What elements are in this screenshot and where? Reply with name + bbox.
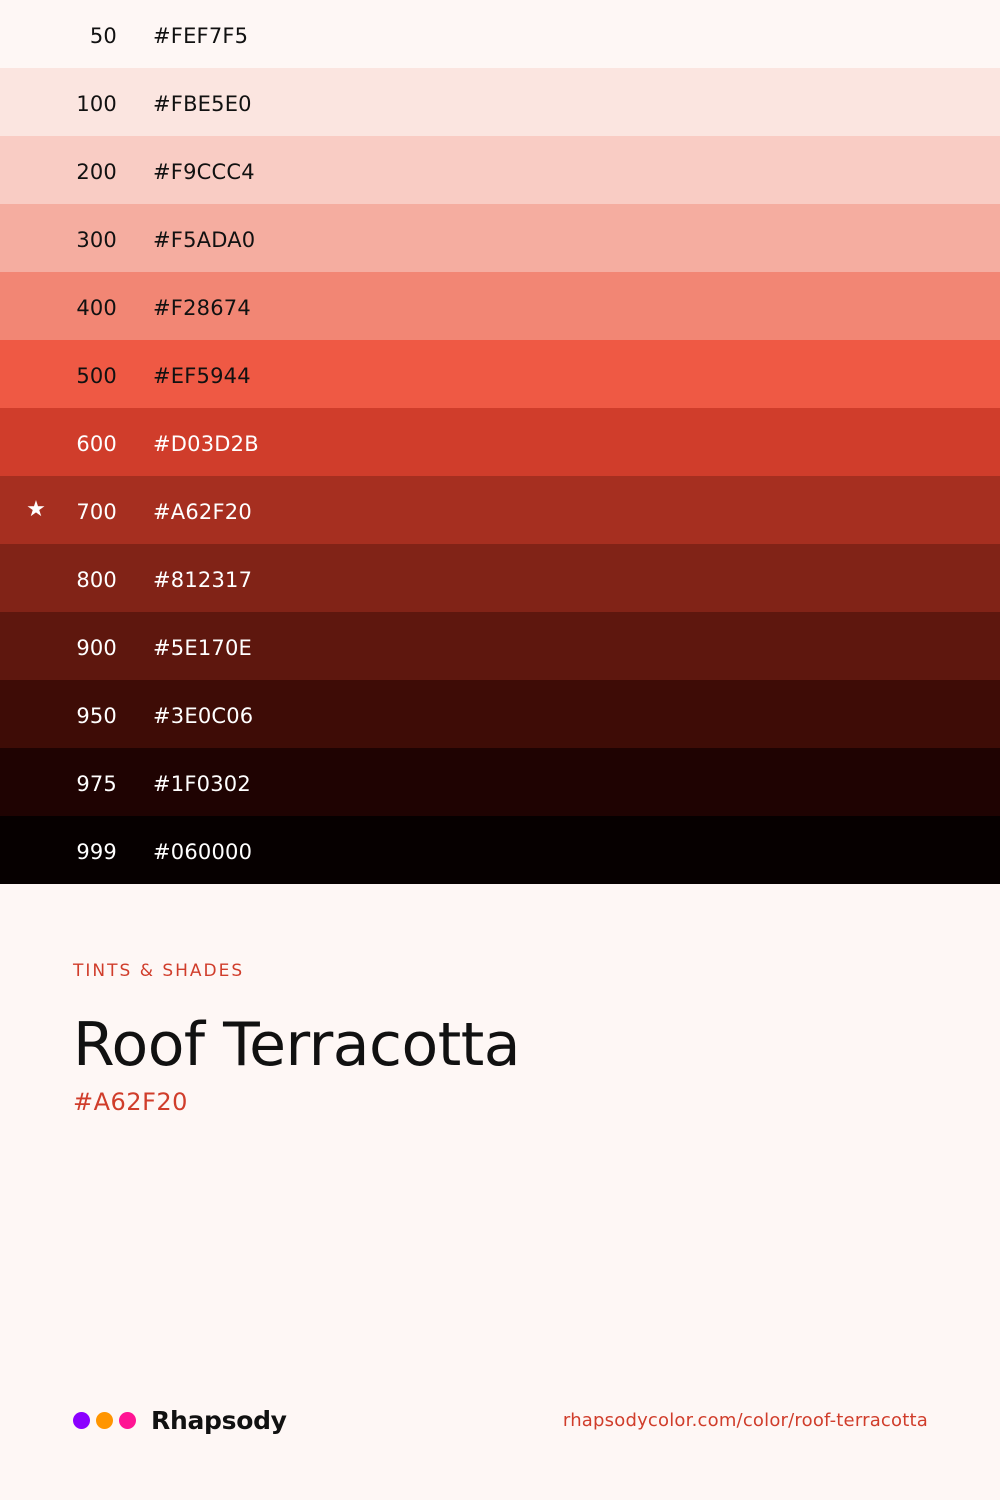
swatch-row-600[interactable]: 600 #D03D2B [0,408,1000,476]
swatch-step: 900 [76,636,117,660]
swatch-row-950[interactable]: 950 #3E0C06 [0,680,1000,748]
swatch-step: 400 [76,296,117,320]
color-info: TINTS & SHADES Roof Terracotta #A62F20 [73,958,933,1118]
swatch-hex: #F5ADA0 [153,228,256,252]
swatch-hex: #EF5944 [153,364,251,388]
swatch-step: 100 [76,92,117,116]
swatch-hex: #F9CCC4 [153,160,255,184]
swatch-row-50[interactable]: 50 #FEF7F5 [0,0,1000,68]
color-hex[interactable]: #A62F20 [73,1086,933,1118]
swatch-hex: #D03D2B [153,432,259,456]
swatch-hex: #A62F20 [153,500,252,524]
swatch-step: 600 [76,432,117,456]
swatch-step: 200 [76,160,117,184]
swatch-hex: #060000 [153,840,253,864]
swatch-row-300[interactable]: 300 #F5ADA0 [0,204,1000,272]
brand-logo[interactable]: Rhapsody [73,1400,287,1440]
swatch-row-200[interactable]: 200 #F9CCC4 [0,136,1000,204]
swatch-list: 50 #FEF7F5 100 #FBE5E0 200 #F9CCC4 300 #F5ADA0 4… [0,0,1000,884]
brand-dot-pink [119,1411,136,1429]
swatch-step: 800 [76,568,117,592]
swatch-row-975[interactable]: 975 #1F0302 [0,748,1000,816]
swatch-hex: #FBE5E0 [153,92,252,116]
swatch-step: 500 [76,364,117,388]
swatch-step: 50 [89,24,117,48]
swatch-hex: #FEF7F5 [153,24,249,48]
swatch-row-400[interactable]: 400 #F28674 [0,272,1000,340]
swatch-step: 700 [76,500,117,524]
swatch-hex: #1F0302 [153,772,251,796]
swatch-hex: #3E0C06 [153,704,254,728]
swatch-step: 975 [76,772,117,796]
color-title: Roof Terracotta [73,1010,521,1080]
swatch-row-700[interactable]: ★ 700 #A62F20 [0,476,1000,544]
footer: Rhapsody rhapsodycolor.com/color/roof-te… [73,1400,928,1440]
swatch-hex: #F28674 [153,296,251,320]
swatch-step: 950 [76,704,117,728]
swatch-row-900[interactable]: 900 #5E170E [0,612,1000,680]
swatch-row-999[interactable]: 999 #060000 [0,816,1000,884]
swatch-row-800[interactable]: 800 #812317 [0,544,1000,612]
brand-name: Rhapsody [151,1405,287,1435]
swatch-row-100[interactable]: 100 #FBE5E0 [0,68,1000,136]
swatch-step: 300 [76,228,117,252]
swatch-row-500[interactable]: 500 #EF5944 [0,340,1000,408]
brand-dot-orange [96,1411,113,1429]
swatch-step: 999 [76,840,117,864]
section-eyebrow: TINTS & SHADES [73,961,245,981]
brand-dot-purple [73,1411,90,1429]
swatch-hex: #812317 [153,568,253,592]
footer-url-link[interactable]: rhapsodycolor.com/color/roof-terracotta [563,1400,928,1440]
swatch-hex: #5E170E [153,636,252,660]
